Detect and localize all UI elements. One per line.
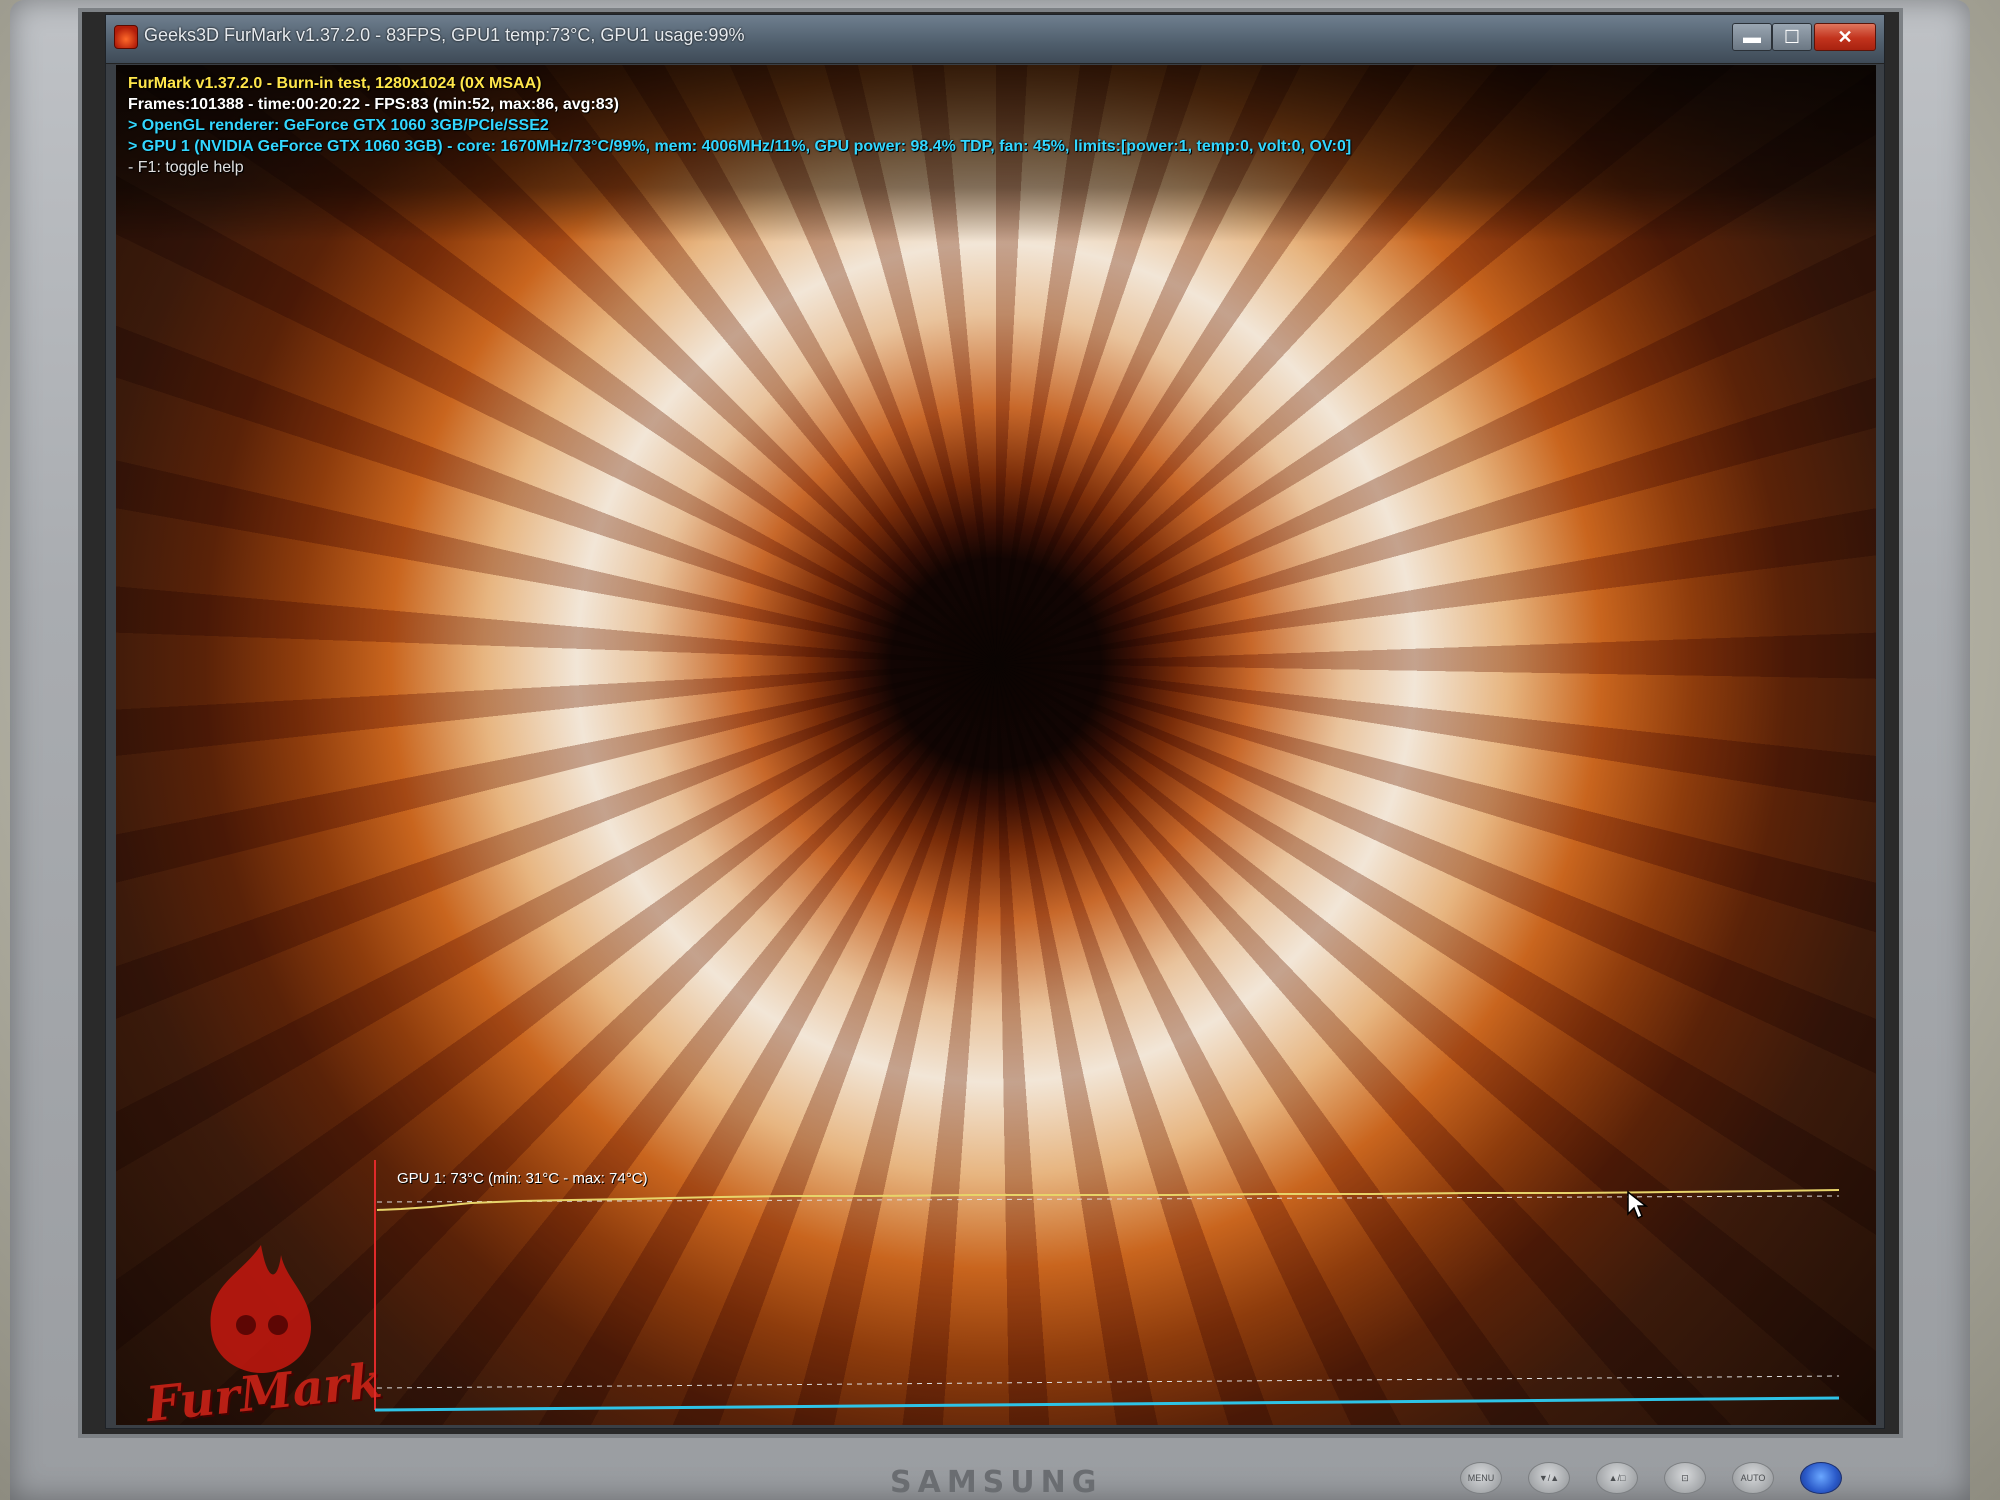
- osd-stats-line: Frames:101388 - time:00:20:22 - FPS:83 (…: [128, 96, 619, 113]
- furmark-app-icon: [114, 25, 138, 49]
- monitor-menu-button[interactable]: MENU: [1460, 1462, 1502, 1494]
- monitor-down-up-button[interactable]: ▼/▲: [1528, 1462, 1570, 1494]
- osd-renderer-line: > OpenGL renderer: GeForce GTX 1060 3GB/…: [128, 117, 549, 134]
- minimize-button[interactable]: ▬: [1732, 23, 1772, 51]
- monitor-auto-button[interactable]: AUTO: [1732, 1462, 1774, 1494]
- furmark-window[interactable]: Geeks3D FurMark v1.37.2.0 - 83FPS, GPU1 …: [105, 14, 1885, 1429]
- monitor-power-button[interactable]: [1800, 1462, 1842, 1494]
- graph-min-dashed-line: [376, 1375, 1840, 1389]
- monitor-up-source-button[interactable]: ▲/□: [1596, 1462, 1638, 1494]
- window-title: Geeks3D FurMark v1.37.2.0 - 83FPS, GPU1 …: [144, 25, 745, 45]
- gpu-temperature-graph: GPU 1: 73°C (min: 31°C - max: 74°C): [371, 1160, 1841, 1420]
- gpu-temperature-label: GPU 1: 73°C (min: 31°C - max: 74°C): [397, 1170, 648, 1187]
- osd-title-line: FurMark v1.37.2.0 - Burn-in test, 1280x1…: [128, 75, 542, 92]
- title-bar[interactable]: Geeks3D FurMark v1.37.2.0 - 83FPS, GPU1 …: [106, 15, 1884, 64]
- osd-overlay: FurMark v1.37.2.0 - Burn-in test, 1280x1…: [128, 73, 1351, 178]
- monitor-brand-logo: SAMSUNG: [890, 1465, 1103, 1500]
- furmark-flame-logo-icon: [210, 1245, 311, 1373]
- graph-bottom-axis: [374, 1396, 1840, 1412]
- osd-help-line: - F1: toggle help: [128, 159, 244, 176]
- maximize-button[interactable]: ☐: [1772, 23, 1812, 51]
- osd-gpu-line: > GPU 1 (NVIDIA GeForce GTX 1060 3GB) - …: [128, 138, 1352, 155]
- temperature-plot: [374, 1160, 1840, 1412]
- temperature-curve: [376, 1189, 1840, 1211]
- close-button[interactable]: ✕: [1814, 23, 1876, 51]
- mouse-cursor-icon: [1627, 1190, 1648, 1220]
- monitor-enter-button[interactable]: ⊡: [1664, 1462, 1706, 1494]
- render-viewport[interactable]: FurMark v1.37.2.0 - Burn-in test, 1280x1…: [116, 65, 1876, 1425]
